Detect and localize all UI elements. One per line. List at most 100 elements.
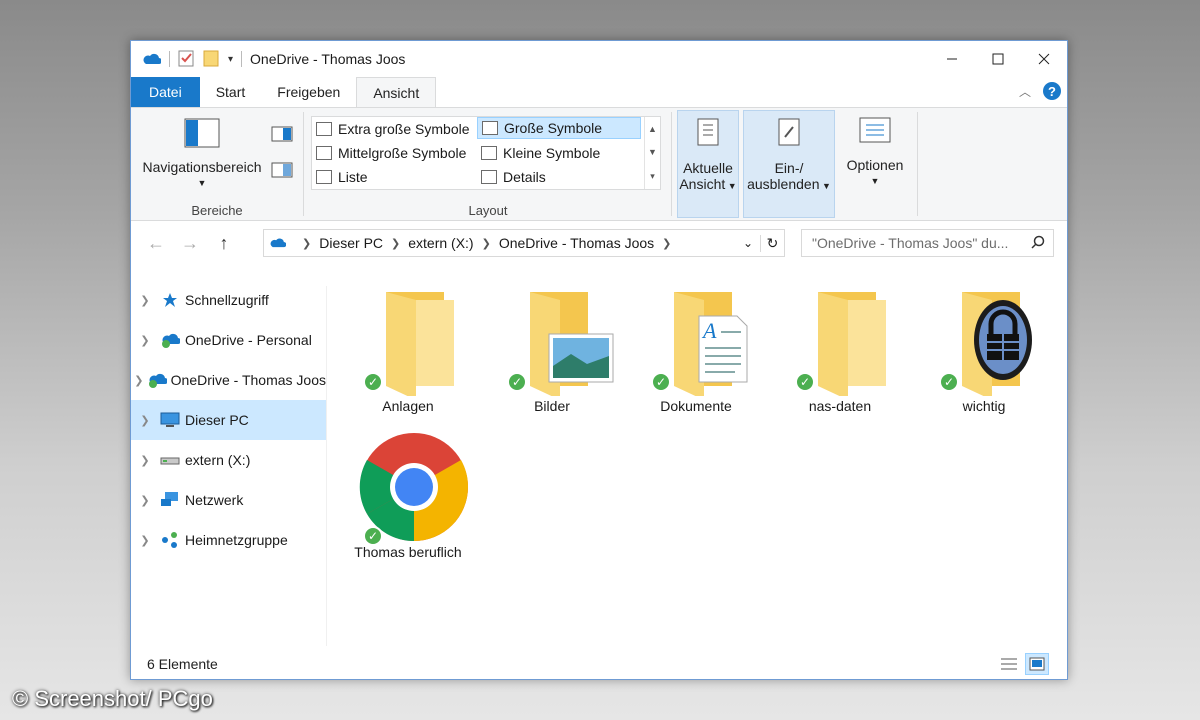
chevron-right-icon[interactable]: ❯ bbox=[482, 237, 491, 250]
file-item-label: Thomas beruflich bbox=[354, 544, 462, 560]
chevron-right-icon[interactable]: ❯ bbox=[131, 534, 159, 547]
group-label-layout: Layout bbox=[468, 203, 508, 218]
svg-text:A: A bbox=[701, 318, 717, 343]
breadcrumb-dieser-pc[interactable]: Dieser PC bbox=[319, 235, 383, 251]
new-folder-icon[interactable] bbox=[202, 49, 220, 70]
current-view-button[interactable]: Aktuelle Ansicht ▼ bbox=[677, 110, 739, 218]
file-item-wichtig[interactable]: ✓ wichtig bbox=[919, 286, 1049, 414]
file-item-thomas-beruflich[interactable]: ✓ Thomas beruflich bbox=[343, 432, 473, 560]
show-hide-button[interactable]: Ein-/ ausblenden ▼ bbox=[743, 110, 835, 218]
tab-ansicht[interactable]: Ansicht bbox=[356, 77, 437, 108]
nav-item-onedrive-personal[interactable]: ❯ OneDrive - Personal bbox=[131, 320, 326, 360]
help-icon[interactable]: ? bbox=[1043, 82, 1061, 100]
layout-option-large[interactable]: Große Symbole bbox=[477, 117, 641, 139]
chevron-down-icon: ▼ bbox=[870, 176, 880, 186]
sync-ok-icon: ✓ bbox=[795, 372, 815, 392]
tab-freigeben[interactable]: Freigeben bbox=[261, 77, 356, 107]
group-bereiche: Navigationsbereich ▼ Bereiche bbox=[131, 108, 303, 220]
up-button[interactable]: ↑ bbox=[207, 233, 241, 254]
layout-option-medium[interactable]: Mittelgroße Symbole bbox=[312, 142, 474, 164]
nav-item-label: OneDrive - Personal bbox=[185, 332, 312, 348]
medium-icons-icon bbox=[316, 146, 332, 160]
details-icon bbox=[481, 170, 497, 184]
layout-option-details[interactable]: Details bbox=[477, 166, 641, 188]
chevron-down-icon: ▼ bbox=[819, 181, 831, 191]
sort-by-icon bbox=[694, 117, 722, 150]
breadcrumb-onedrive[interactable]: OneDrive - Thomas Joos bbox=[499, 235, 654, 251]
collapse-ribbon-icon[interactable]: ︿ bbox=[1019, 83, 1031, 100]
gallery-more-icon[interactable]: ▾ bbox=[650, 171, 655, 182]
navigation-pane-label: Navigationsbereich bbox=[142, 159, 262, 175]
chevron-right-icon[interactable]: ❯ bbox=[131, 374, 147, 387]
large-icons-view-icon[interactable] bbox=[1025, 653, 1049, 675]
customize-toolbar-icon[interactable]: ▾ bbox=[228, 54, 233, 65]
chevron-right-icon[interactable]: ❯ bbox=[131, 334, 159, 347]
nav-item-schnellzugriff[interactable]: ❯ Schnellzugriff bbox=[131, 280, 326, 320]
chevron-right-icon[interactable]: ❯ bbox=[662, 237, 671, 250]
homegroup-icon bbox=[159, 530, 181, 550]
file-item-anlagen[interactable]: ✓ Anlagen bbox=[343, 286, 473, 414]
address-history-chevron-icon[interactable]: ⌄ bbox=[736, 236, 760, 250]
nav-item-label: OneDrive - Thomas Joos bbox=[170, 372, 326, 388]
onedrive-icon bbox=[147, 370, 167, 390]
close-button[interactable] bbox=[1021, 41, 1067, 77]
file-item-label: nas-daten bbox=[808, 398, 872, 414]
nav-item-extern[interactable]: ❯ extern (X:) bbox=[131, 440, 326, 480]
layout-option-extra-large[interactable]: Extra große Symbole bbox=[312, 118, 474, 140]
item-count: 6 Elemente bbox=[147, 656, 218, 672]
chevron-right-icon[interactable]: ❯ bbox=[131, 494, 159, 507]
toolbar-separator bbox=[169, 51, 170, 67]
chevron-down-icon: ▼ bbox=[197, 178, 207, 188]
tab-start[interactable]: Start bbox=[200, 77, 262, 107]
search-box[interactable]: "OneDrive - Thomas Joos" du... bbox=[801, 229, 1054, 257]
sync-ok-icon: ✓ bbox=[363, 526, 383, 546]
search-icon[interactable] bbox=[1031, 235, 1045, 252]
minimize-button[interactable] bbox=[929, 41, 975, 77]
layout-option-label: Details bbox=[503, 169, 546, 185]
nav-item-onedrive-thomas[interactable]: ❯ OneDrive - Thomas Joos bbox=[131, 360, 326, 400]
layout-option-list[interactable]: Liste bbox=[312, 166, 474, 188]
chevron-right-icon[interactable]: ❯ bbox=[131, 294, 159, 307]
chevron-right-icon[interactable]: ❯ bbox=[131, 454, 159, 467]
nav-item-heimnetzgruppe[interactable]: ❯ Heimnetzgruppe bbox=[131, 520, 326, 560]
screenshot-credit: © Screenshot/ PCgo bbox=[12, 686, 213, 711]
breadcrumb-extern[interactable]: extern (X:) bbox=[408, 235, 473, 251]
details-pane-icon[interactable] bbox=[271, 162, 293, 181]
properties-icon[interactable] bbox=[178, 49, 194, 70]
scroll-up-icon[interactable]: ▲ bbox=[648, 124, 657, 134]
layout-gallery-scroller[interactable]: ▲ ▼ ▾ bbox=[644, 117, 660, 189]
address-bar[interactable]: ❯ Dieser PC ❯ extern (X:) ❯ OneDrive - T… bbox=[263, 229, 785, 257]
maximize-button[interactable] bbox=[975, 41, 1021, 77]
onedrive-icon bbox=[159, 330, 181, 350]
tab-datei[interactable]: Datei bbox=[131, 77, 200, 107]
preview-pane-icon[interactable] bbox=[271, 126, 293, 145]
nav-item-label: Schnellzugriff bbox=[185, 292, 269, 308]
group-separator bbox=[917, 112, 918, 216]
file-item-bilder[interactable]: ✓ Bilder bbox=[487, 286, 617, 414]
layout-option-label: Große Symbole bbox=[504, 120, 603, 136]
sync-ok-icon: ✓ bbox=[939, 372, 959, 392]
chevron-right-icon[interactable]: ❯ bbox=[302, 237, 311, 250]
navigation-pane-button[interactable]: Navigationsbereich ▼ bbox=[139, 118, 265, 191]
view-switcher bbox=[997, 653, 1049, 675]
details-view-icon[interactable] bbox=[997, 653, 1021, 675]
computer-icon bbox=[159, 410, 181, 430]
file-item-dokumente[interactable]: A ✓ Dokumente bbox=[631, 286, 761, 414]
layout-option-small[interactable]: Kleine Symbole bbox=[477, 142, 641, 164]
back-button[interactable]: ← bbox=[139, 233, 173, 254]
nav-item-netzwerk[interactable]: ❯ Netzwerk bbox=[131, 480, 326, 520]
chevron-right-icon[interactable]: ❯ bbox=[131, 414, 159, 427]
group-separator bbox=[303, 112, 304, 216]
keepass-folder-icon: ✓ bbox=[919, 286, 1049, 400]
chevron-right-icon[interactable]: ❯ bbox=[391, 237, 400, 250]
options-button[interactable]: Optionen ▼ bbox=[839, 116, 911, 189]
scroll-down-icon[interactable]: ▼ bbox=[648, 147, 657, 157]
layout-option-label: Mittelgroße Symbole bbox=[338, 145, 467, 161]
forward-button[interactable]: → bbox=[173, 233, 207, 254]
refresh-icon[interactable]: ↻ bbox=[760, 234, 784, 252]
nav-item-label: extern (X:) bbox=[185, 452, 251, 468]
sync-ok-icon: ✓ bbox=[507, 372, 527, 392]
file-item-nas-daten[interactable]: ✓ nas-daten bbox=[775, 286, 905, 414]
nav-item-dieser-pc[interactable]: ❯ Dieser PC bbox=[131, 400, 326, 440]
sync-ok-icon: ✓ bbox=[363, 372, 383, 392]
